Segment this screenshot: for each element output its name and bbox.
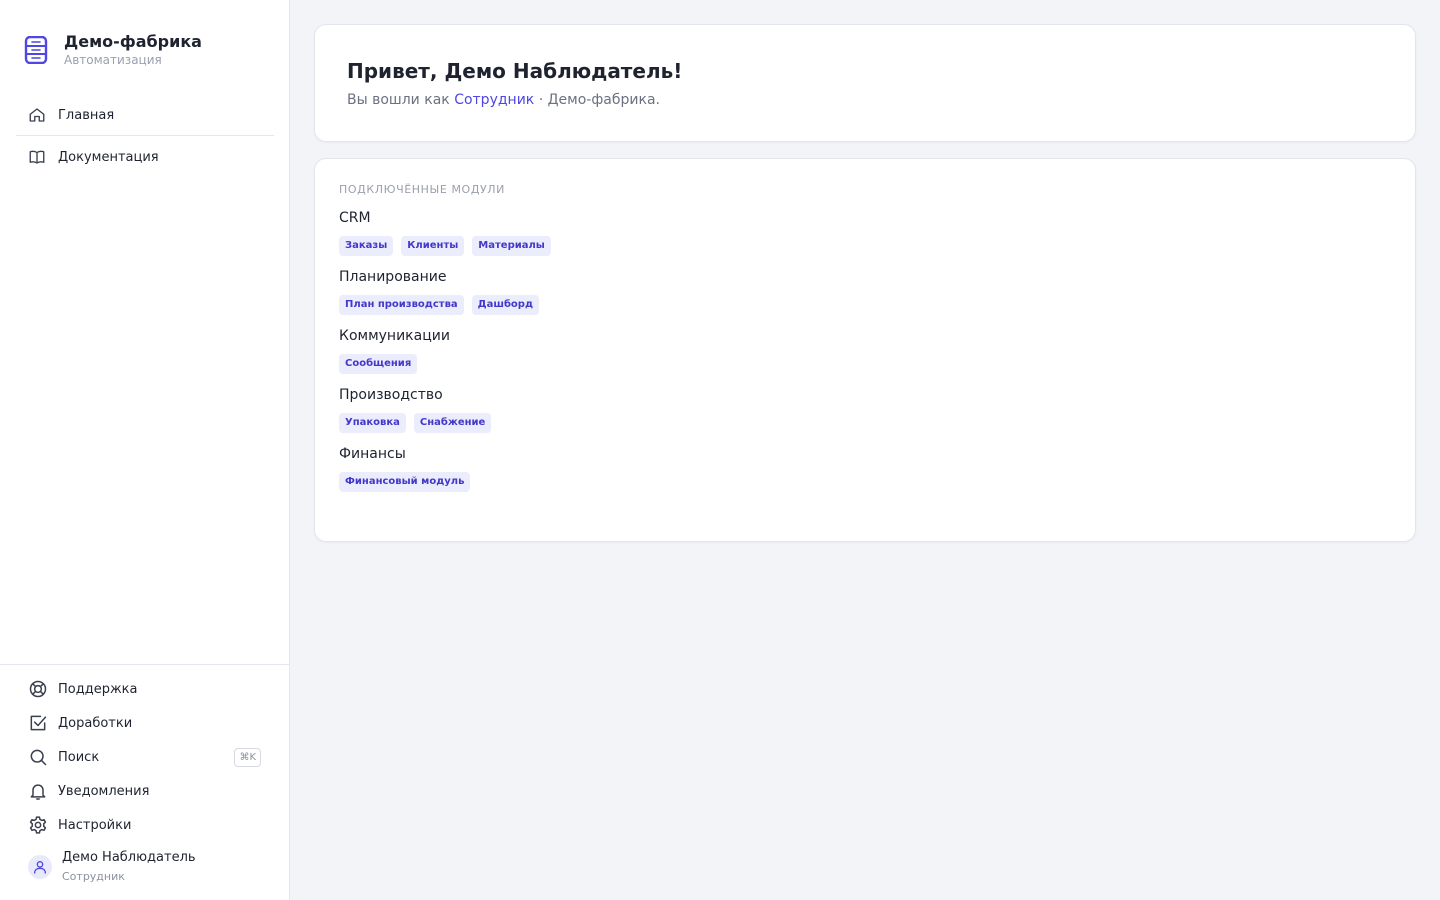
module-chip[interactable]: Заказы (339, 236, 394, 256)
nav-item-label: Уведомления (58, 783, 150, 799)
sidebar-footer: Поддержка Доработки Поиск ⌘K Уведомления… (0, 664, 289, 885)
home-icon (29, 108, 45, 122)
module-chip[interactable]: Финансовый модуль (339, 472, 471, 492)
greeting-role: Сотрудник (454, 92, 535, 108)
modules-label: ПОДКЛЮЧЁННЫЕ МОДУЛИ (339, 183, 506, 196)
module-chip[interactable]: Сообщения (339, 354, 418, 374)
module-title: Планирование (339, 269, 447, 285)
user-role: Сотрудник (62, 870, 125, 883)
brand-title: Демо-фабрика (64, 32, 202, 51)
module-title: CRM (339, 210, 371, 226)
search-icon (30, 749, 47, 766)
sidebar: Демо-фабрика Автоматизация Главная Докум… (0, 0, 290, 900)
module-chip[interactable]: План производства (339, 295, 464, 315)
module-chip[interactable]: Материалы (472, 236, 551, 256)
nav-item-improvements[interactable]: Доработки (28, 706, 261, 740)
module-chip[interactable]: Клиенты (401, 236, 465, 256)
module-chip[interactable]: Снабжение (413, 413, 492, 433)
bell-icon (30, 784, 46, 800)
avatar (28, 855, 52, 879)
nav-item-support[interactable]: Поддержка (28, 672, 261, 706)
server-stack-icon (24, 36, 48, 64)
module-group-production: Производство Упаковка Снабжение (339, 386, 1391, 433)
module-title: Производство (339, 387, 443, 403)
module-group-planning: Планирование План производства Дашборд (339, 268, 1391, 315)
nav-item-notifications[interactable]: Уведомления (28, 774, 261, 808)
module-group-communications: Коммуникации Сообщения (339, 327, 1391, 374)
nav-item-search[interactable]: Поиск ⌘K (28, 740, 261, 774)
nav-item-settings[interactable]: Настройки (28, 808, 261, 842)
nav-item-docs[interactable]: Документация (16, 139, 274, 175)
main-nav: Главная Документация (16, 97, 274, 175)
nav-divider (16, 135, 274, 136)
page-title: Привет, Демо Наблюдатель! (347, 59, 683, 83)
brand-subtitle: Автоматизация (64, 53, 162, 67)
user-name: Демо Наблюдатель (62, 850, 196, 865)
user-icon (34, 861, 46, 874)
search-shortcut: ⌘K (234, 747, 261, 767)
user-profile[interactable]: Демо Наблюдатель Сотрудник (0, 849, 289, 885)
greeting-card: Привет, Демо Наблюдатель! Вы вошли как С… (314, 24, 1416, 142)
brand[interactable]: Демо-фабрика Автоматизация (24, 32, 202, 67)
checkbox-icon (30, 715, 47, 731)
gear-icon (29, 816, 47, 834)
nav-item-label: Поиск (58, 749, 100, 765)
module-chip[interactable]: Упаковка (339, 413, 406, 433)
module-title: Коммуникации (339, 328, 450, 344)
lifebuoy-icon (29, 680, 47, 698)
module-group-finance: Финансы Финансовый модуль (339, 445, 1391, 492)
nav-item-label: Документация (58, 149, 159, 165)
greeting-subtitle: Вы вошли как Сотрудник · Демо-фабрика. (347, 91, 1383, 109)
nav-item-home[interactable]: Главная (16, 97, 274, 133)
modules-card: ПОДКЛЮЧЁННЫЕ МОДУЛИ CRM Заказы Клиенты М… (314, 158, 1416, 542)
nav-item-label: Настройки (58, 817, 132, 833)
module-group-crm: CRM Заказы Клиенты Материалы (339, 209, 1391, 256)
book-icon (29, 150, 45, 164)
nav-item-label: Поддержка (58, 681, 138, 697)
nav-item-label: Доработки (58, 715, 133, 731)
module-chip[interactable]: Дашборд (471, 295, 540, 315)
greeting-suffix: · Демо-фабрика. (534, 92, 660, 108)
greeting-prefix: Вы вошли как (347, 92, 455, 108)
module-title: Финансы (339, 446, 406, 462)
nav-item-label: Главная (58, 107, 115, 123)
